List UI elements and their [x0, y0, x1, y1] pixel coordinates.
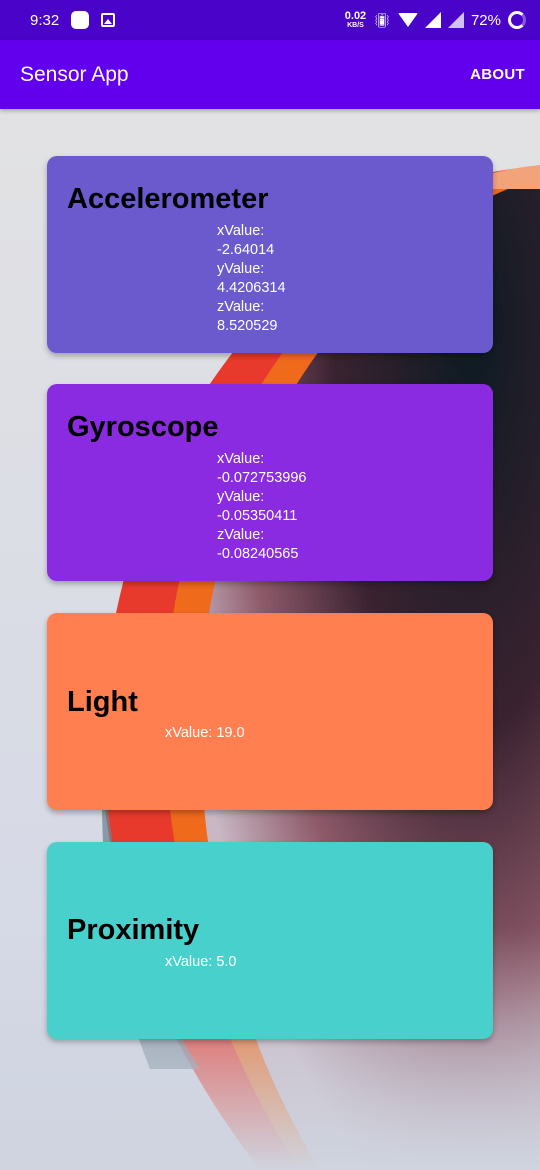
x-value: -2.64014	[217, 242, 275, 258]
x-value: xValue: 5.0	[165, 954, 237, 970]
status-time: 9:32	[30, 11, 60, 29]
x-label: xValue:	[217, 451, 265, 467]
sensor-values: xValue: -2.64014 yValue: 4.4206314 zValu…	[217, 222, 286, 336]
status-bar: 9:32 0.02 KB/S 📳︎ 72%	[0, 0, 540, 40]
network-speed-unit: KB/S	[347, 22, 364, 29]
x-label: xValue:	[217, 223, 265, 239]
y-label: yValue:	[217, 261, 265, 277]
y-value: 4.4206314	[217, 280, 286, 296]
card-title: Gyroscope	[67, 411, 219, 443]
z-value: 8.520529	[217, 318, 278, 334]
network-speed: 0.02 KB/S	[344, 10, 367, 30]
card-title: Accelerometer	[67, 183, 269, 215]
z-label: zValue:	[217, 527, 265, 543]
x-value: xValue: 19.0	[165, 725, 245, 741]
card-title: Proximity	[67, 914, 200, 946]
x-value: -0.072753996	[217, 470, 307, 486]
signal-icon	[447, 12, 464, 28]
about-button[interactable]: ABOUT	[470, 66, 525, 83]
battery-percent: 72%	[470, 11, 501, 29]
wifi-icon	[397, 13, 418, 27]
accelerometer-card: Accelerometer xValue: -2.64014 yValue: 4…	[47, 156, 493, 353]
z-value: -0.08240565	[217, 546, 299, 562]
battery-ring-icon	[508, 11, 526, 29]
signal-icon	[424, 12, 441, 28]
network-speed-value: 0.02	[344, 10, 367, 22]
y-value: -0.05350411	[217, 508, 298, 524]
app-title: Sensor App	[20, 62, 129, 86]
sensor-values: xValue: -0.072753996 yValue: -0.05350411…	[217, 450, 307, 564]
y-label: yValue:	[217, 489, 265, 505]
light-card: Light xValue: 19.0	[47, 613, 493, 810]
notification-square-icon	[71, 11, 90, 29]
proximity-card: Proximity xValue: 5.0	[47, 842, 493, 1039]
z-label: zValue:	[217, 299, 265, 315]
card-title: Light	[67, 686, 138, 718]
image-icon	[101, 13, 116, 27]
vibrate-icon: 📳︎	[373, 11, 391, 28]
app-bar: Sensor App ABOUT	[0, 40, 540, 109]
gyroscope-card: Gyroscope xValue: -0.072753996 yValue: -…	[47, 384, 493, 581]
